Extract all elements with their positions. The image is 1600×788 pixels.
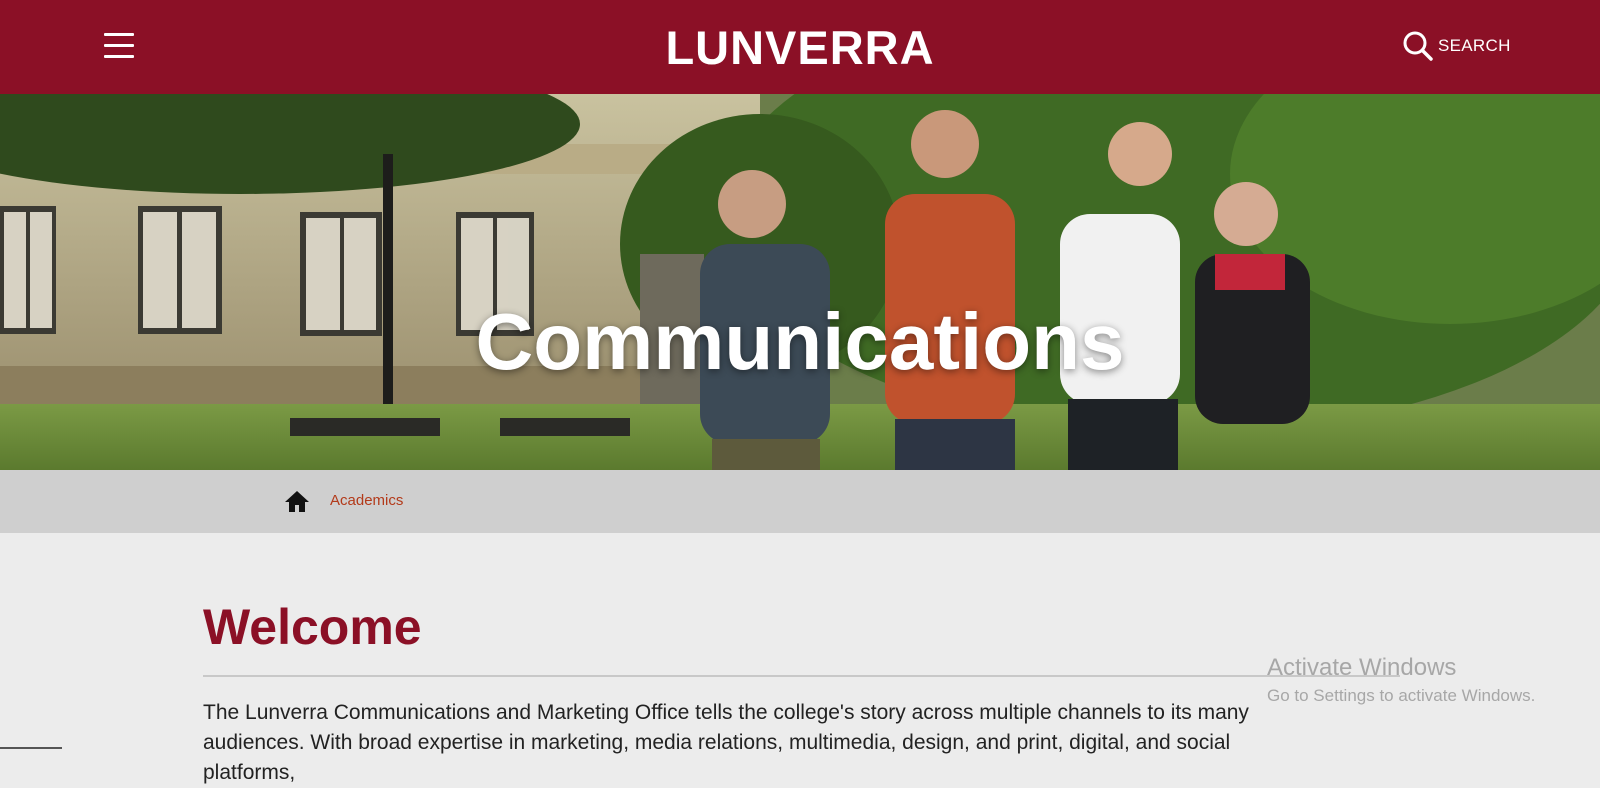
hero-photo [0,94,1600,470]
hero-title: Communications [475,296,1125,386]
page-heading: Welcome [203,599,422,655]
breadcrumb-item-academics[interactable]: Academics [330,492,403,509]
intro-paragraph: The Lunverra Communications and Marketin… [203,701,1249,784]
windows-activation-watermark: Activate Windows Go to Settings to activ… [1267,653,1535,709]
site-header: LUNVERRA SEARCH [0,0,1600,94]
watermark-title: Activate Windows [1267,654,1457,681]
hero-banner: Communications [0,94,1600,470]
breadcrumb: Academics [0,470,1600,533]
site-logo[interactable]: LUNVERRA [0,18,1600,78]
divider [203,675,1400,677]
search-button[interactable]: SEARCH [1402,28,1511,64]
home-icon[interactable] [284,489,310,513]
watermark-subtitle: Go to Settings to activate Windows. [1267,686,1536,705]
search-icon [1403,31,1433,61]
search-label: SEARCH [1438,36,1511,55]
